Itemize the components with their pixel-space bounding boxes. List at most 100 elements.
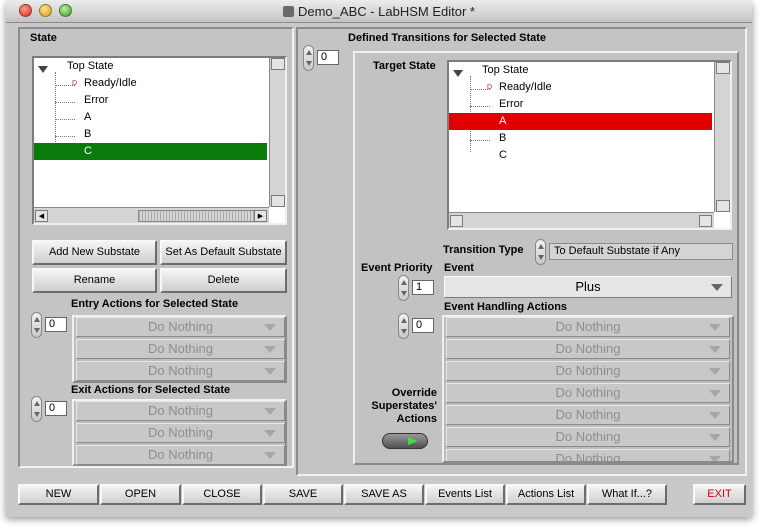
tree-node-label: A xyxy=(84,111,92,123)
exit-actions-list: Do Nothing Do Nothing Do Nothing xyxy=(72,399,287,466)
chevron-down-icon xyxy=(264,346,276,353)
event-priority-value[interactable]: 1 xyxy=(412,280,434,295)
transitions-index-stepper[interactable] xyxy=(303,45,314,71)
horizontal-scrollbar[interactable]: ◀ ▶ xyxy=(34,207,269,223)
event-action-dropdown[interactable]: Do Nothing xyxy=(446,405,730,425)
entry-action-dropdown[interactable]: Do Nothing xyxy=(76,317,285,337)
scroll-up-button[interactable] xyxy=(716,62,730,74)
save-button[interactable]: SAVE xyxy=(263,484,343,505)
tree-node-label: C xyxy=(84,145,92,157)
chevron-down-icon xyxy=(709,390,721,397)
chevron-down-icon xyxy=(709,412,721,419)
rename-button[interactable]: Rename xyxy=(32,268,157,293)
tree-node-top-state[interactable]: Top State xyxy=(34,58,267,75)
event-handling-index-stepper[interactable] xyxy=(398,313,409,339)
tree-node-c[interactable]: C xyxy=(34,143,267,160)
event-action-dropdown[interactable]: Do Nothing xyxy=(446,317,730,337)
event-dropdown[interactable]: Plus xyxy=(444,276,732,298)
transition-type-field[interactable]: To Default Substate if Any xyxy=(549,243,733,260)
save-as-button[interactable]: SAVE AS xyxy=(344,484,424,505)
scroll-down-button[interactable] xyxy=(716,200,730,212)
horizontal-scrollbar[interactable] xyxy=(449,212,714,228)
tree-node-ready-idle[interactable]: D Ready/Idle xyxy=(34,75,267,92)
tree-node-label: Ready/Idle xyxy=(499,81,552,93)
override-label-line: Override xyxy=(391,387,437,399)
transition-type-stepper[interactable] xyxy=(535,239,546,265)
close-button[interactable]: CLOSE xyxy=(182,484,262,505)
event-action-dropdown[interactable]: Do Nothing xyxy=(446,427,730,447)
target-node-ready-idle[interactable]: D Ready/Idle xyxy=(449,79,712,96)
target-state-tree[interactable]: Top State D Ready/Idle Error A B C xyxy=(447,60,732,230)
scroll-thumb[interactable] xyxy=(138,210,257,222)
event-priority-stepper[interactable] xyxy=(398,275,409,301)
tree-node-error[interactable]: Error xyxy=(34,92,267,109)
scroll-left-button[interactable] xyxy=(450,215,463,227)
entry-action-dropdown[interactable]: Do Nothing xyxy=(76,361,285,381)
target-node-c[interactable]: C xyxy=(449,147,712,164)
new-button[interactable]: NEW xyxy=(18,484,99,505)
event-action-dropdown[interactable]: Do Nothing xyxy=(446,449,730,461)
led-indicator-icon xyxy=(408,437,418,445)
chevron-down-icon xyxy=(711,284,723,291)
state-panel: State Top State D Ready/Idle Error A B C… xyxy=(18,27,294,468)
entry-actions-index-stepper[interactable] xyxy=(31,312,42,338)
target-node-a[interactable]: A xyxy=(449,113,712,130)
exit-actions-index[interactable]: 0 xyxy=(45,401,67,416)
event-handling-index[interactable]: 0 xyxy=(412,318,434,333)
target-node-top-state[interactable]: Top State xyxy=(449,62,712,79)
scroll-down-button[interactable] xyxy=(271,195,285,207)
state-tree[interactable]: Top State D Ready/Idle Error A B C ◀ ▶ xyxy=(32,56,287,225)
exit-button[interactable]: EXIT xyxy=(693,484,746,505)
transition-type-label: Transition Type xyxy=(443,244,524,256)
tree-node-label: B xyxy=(499,132,507,144)
tree-node-b[interactable]: B xyxy=(34,126,267,143)
events-list-button[interactable]: Events List xyxy=(425,484,505,505)
event-action-dropdown[interactable]: Do Nothing xyxy=(446,383,730,403)
transitions-index[interactable]: 0 xyxy=(317,50,339,65)
dropdown-value: Do Nothing xyxy=(555,341,621,356)
tree-node-label: Top State xyxy=(482,64,529,76)
labview-document-icon xyxy=(282,6,294,17)
event-priority-label: Event Priority xyxy=(361,262,433,274)
vertical-scrollbar[interactable] xyxy=(714,62,730,212)
target-node-error[interactable]: Error xyxy=(449,96,712,113)
scroll-right-icon[interactable]: ▶ xyxy=(254,210,267,222)
scroll-up-button[interactable] xyxy=(271,58,285,70)
open-button[interactable]: OPEN xyxy=(100,484,181,505)
chevron-down-icon xyxy=(264,430,276,437)
what-if-button[interactable]: What If...? xyxy=(587,484,667,505)
vertical-scrollbar[interactable] xyxy=(269,58,285,207)
chevron-down-icon xyxy=(264,324,276,331)
event-action-dropdown[interactable]: Do Nothing xyxy=(446,339,730,359)
chevron-down-icon xyxy=(709,434,721,441)
scroll-left-icon[interactable]: ◀ xyxy=(35,210,48,222)
exit-actions-index-stepper[interactable] xyxy=(31,396,42,422)
dropdown-value: Do Nothing xyxy=(147,319,214,334)
tree-node-a[interactable]: A xyxy=(34,109,267,126)
dropdown-value: Do Nothing xyxy=(555,319,621,334)
entry-action-dropdown[interactable]: Do Nothing xyxy=(76,339,285,359)
target-node-b[interactable]: B xyxy=(449,130,712,147)
delete-button[interactable]: Delete xyxy=(160,268,287,293)
entry-actions-index[interactable]: 0 xyxy=(45,317,67,332)
event-action-dropdown[interactable]: Do Nothing xyxy=(446,361,730,381)
scroll-right-button[interactable] xyxy=(699,215,712,227)
chevron-down-icon xyxy=(264,368,276,375)
exit-actions-label: Exit Actions for Selected State xyxy=(71,384,231,396)
override-superstates-toggle[interactable] xyxy=(382,433,428,449)
entry-actions-list: Do Nothing Do Nothing Do Nothing xyxy=(72,315,287,383)
exit-action-dropdown[interactable]: Do Nothing xyxy=(76,445,285,465)
dropdown-value: Do Nothing xyxy=(555,385,621,400)
set-default-substate-button[interactable]: Set As Default Substate xyxy=(160,240,287,265)
override-superstates-label: Override Superstates' Actions xyxy=(363,387,437,426)
exit-action-dropdown[interactable]: Do Nothing xyxy=(76,401,285,421)
tree-node-label: Top State xyxy=(67,60,114,72)
dropdown-value: Do Nothing xyxy=(147,403,214,418)
transitions-panel: Defined Transitions for Selected State 0… xyxy=(296,27,747,476)
tree-node-label: A xyxy=(499,115,507,127)
actions-list-button[interactable]: Actions List xyxy=(506,484,586,505)
chevron-down-icon xyxy=(709,346,721,353)
override-label-line: Superstates' xyxy=(371,400,437,412)
add-new-substate-button[interactable]: Add New Substate xyxy=(32,240,157,265)
exit-action-dropdown[interactable]: Do Nothing xyxy=(76,423,285,443)
